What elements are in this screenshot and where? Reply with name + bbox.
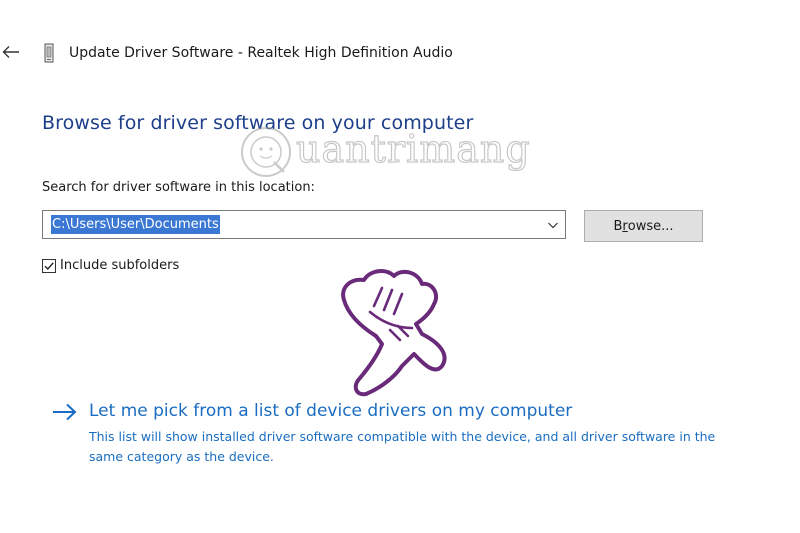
back-button[interactable] — [0, 40, 22, 64]
path-input-value[interactable]: C:\Users\User\Documents — [51, 215, 220, 234]
browse-label-prefix: B — [613, 218, 623, 234]
path-combobox[interactable]: C:\Users\User\Documents — [42, 210, 566, 239]
browse-label-suffix: owse... — [627, 218, 674, 234]
update-driver-window: Update Driver Software - Realtek High De… — [0, 0, 800, 533]
include-subfolders-checkbox[interactable]: Include subfolders — [42, 256, 179, 276]
pick-from-list-description: This list will show installed driver sof… — [89, 429, 716, 464]
hand-pointer-icon — [341, 269, 447, 397]
checkbox-box[interactable] — [42, 259, 56, 273]
chevron-down-icon[interactable] — [547, 219, 559, 231]
arrow-right-icon — [53, 403, 77, 421]
search-location-label: Search for driver software in this locat… — [42, 180, 315, 195]
checkmark-icon — [44, 262, 54, 271]
audio-device-icon — [44, 43, 54, 63]
window-title: Update Driver Software - Realtek High De… — [69, 45, 453, 61]
page-heading: Browse for driver software on your compu… — [42, 112, 474, 134]
pick-from-list-option[interactable]: Let me pick from a list of device driver… — [52, 398, 752, 470]
back-arrow-icon — [2, 46, 19, 58]
pick-from-list-link[interactable]: Let me pick from a list of device driver… — [89, 398, 572, 424]
browse-button[interactable]: Br owse... — [584, 210, 703, 242]
include-subfolders-label: Include subfolders — [60, 258, 180, 273]
